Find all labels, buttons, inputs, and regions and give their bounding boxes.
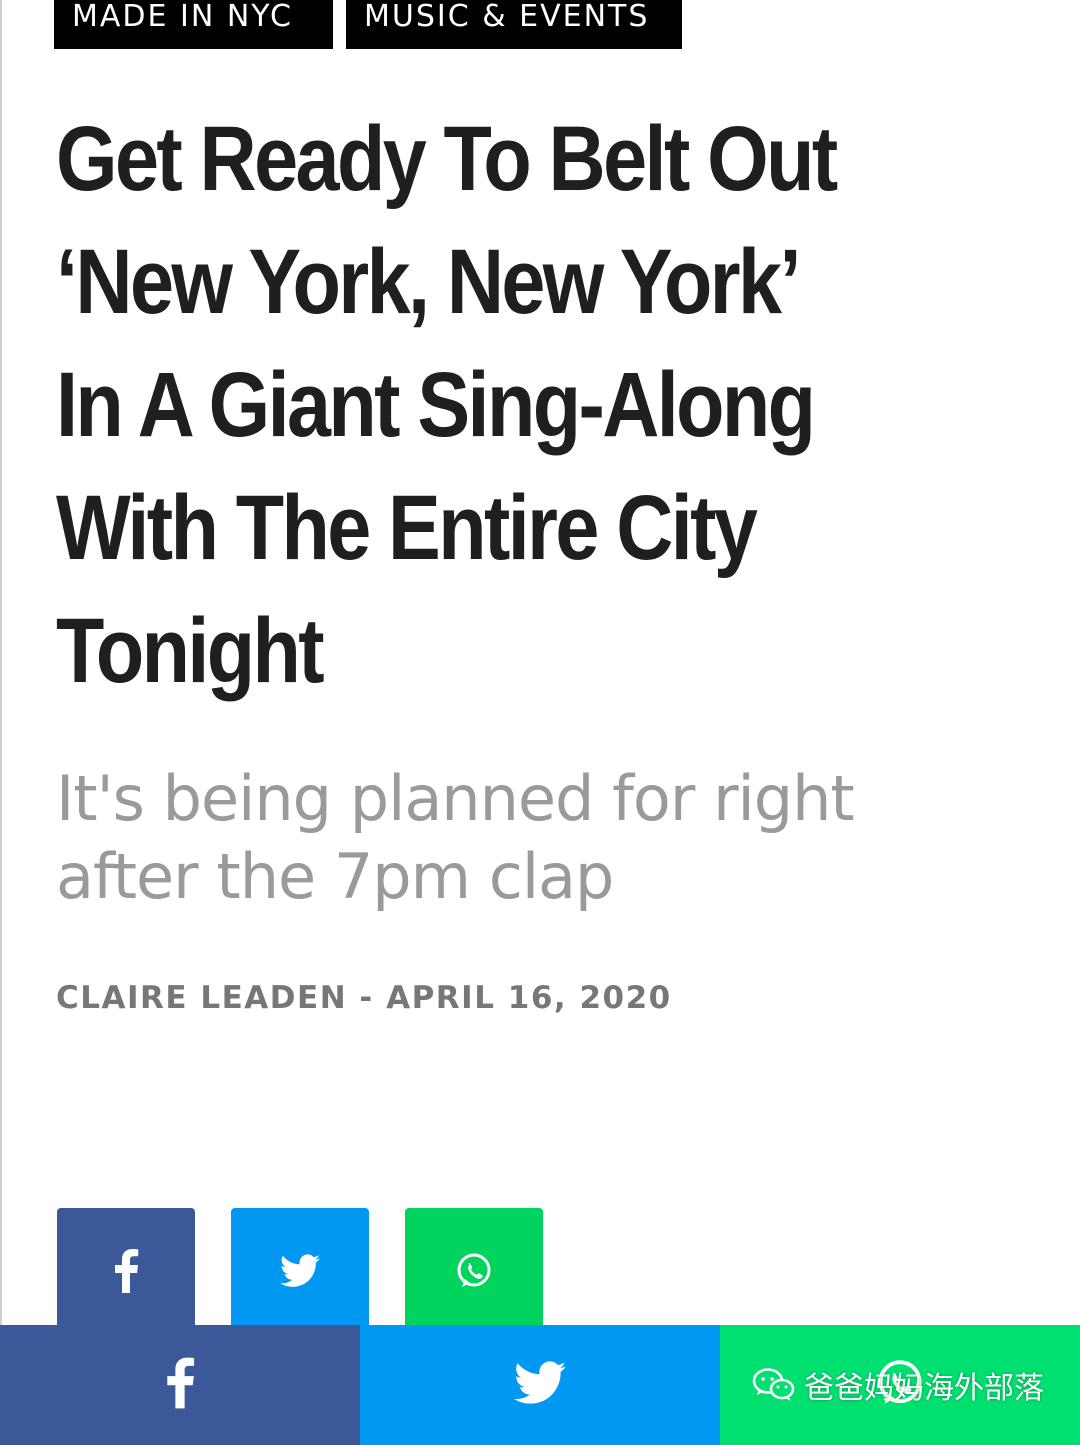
- subtitle-line: after the 7pm clap: [56, 840, 614, 913]
- facebook-icon: [113, 1248, 139, 1298]
- headline-line: ‘New York, New York’: [56, 231, 801, 333]
- tag-music-events[interactable]: MUSIC & EVENTS: [346, 0, 682, 49]
- headline-line: Get Ready To Belt Out: [56, 108, 838, 210]
- inline-share-buttons: [57, 1208, 543, 1338]
- facebook-share-button[interactable]: [57, 1208, 195, 1338]
- whatsapp-share-button[interactable]: [405, 1208, 543, 1338]
- twitter-share-button[interactable]: [231, 1208, 369, 1338]
- wechat-icon: [752, 1367, 796, 1403]
- author-date-byline: CLAIRE LEADEN - APRIL 16, 2020: [56, 980, 672, 1016]
- whatsapp-icon: [454, 1251, 494, 1296]
- article-headline: Get Ready To Belt Out ‘New York, New Yor…: [56, 98, 950, 713]
- headline-line: Tonight: [56, 600, 325, 702]
- tag-made-in-nyc[interactable]: MADE IN NYC: [54, 0, 333, 49]
- article-subtitle: It's being planned for right after the 7…: [56, 760, 956, 916]
- sticky-whatsapp-share-button[interactable]: 爸爸妈妈海外部落: [720, 1325, 1080, 1445]
- twitter-icon: [280, 1253, 320, 1293]
- twitter-icon: [514, 1360, 566, 1410]
- facebook-icon: [165, 1356, 195, 1415]
- headline-line: In A Giant Sing-Along: [56, 354, 816, 456]
- subtitle-line: It's being planned for right: [56, 762, 855, 835]
- page-left-border: [0, 0, 2, 1445]
- sticky-twitter-share-button[interactable]: [360, 1325, 720, 1445]
- category-tags: MADE IN NYC MUSIC & EVENTS: [54, 0, 682, 49]
- sticky-share-bar: 爸爸妈妈海外部落: [0, 1325, 1080, 1445]
- headline-line: With The Entire City: [56, 477, 758, 579]
- whatsapp-icon: [874, 1357, 926, 1414]
- sticky-facebook-share-button[interactable]: [0, 1325, 360, 1445]
